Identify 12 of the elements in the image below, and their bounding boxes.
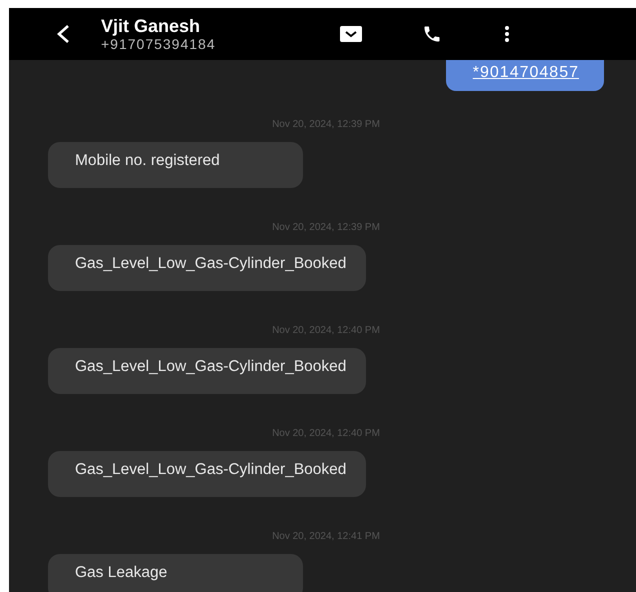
received-message: Gas_Level_Low_Gas-Cylinder_Booked — [48, 245, 366, 291]
contact-number: +917075394184 — [101, 36, 216, 52]
received-message: Gas_Level_Low_Gas-Cylinder_Booked — [48, 348, 366, 394]
phone-icon[interactable] — [422, 24, 442, 44]
received-message: Gas Leakage — [48, 554, 303, 592]
contact-name: Vjit Ganesh — [101, 16, 202, 36]
back-icon[interactable] — [55, 24, 71, 44]
phone-link[interactable]: *9014704857 — [472, 64, 579, 81]
received-message: Mobile no. registered — [48, 142, 303, 188]
more-icon[interactable] — [504, 25, 510, 43]
received-message: Gas_Level_Low_Gas-Cylinder_Booked — [48, 451, 366, 497]
mail-icon[interactable] — [340, 26, 362, 42]
